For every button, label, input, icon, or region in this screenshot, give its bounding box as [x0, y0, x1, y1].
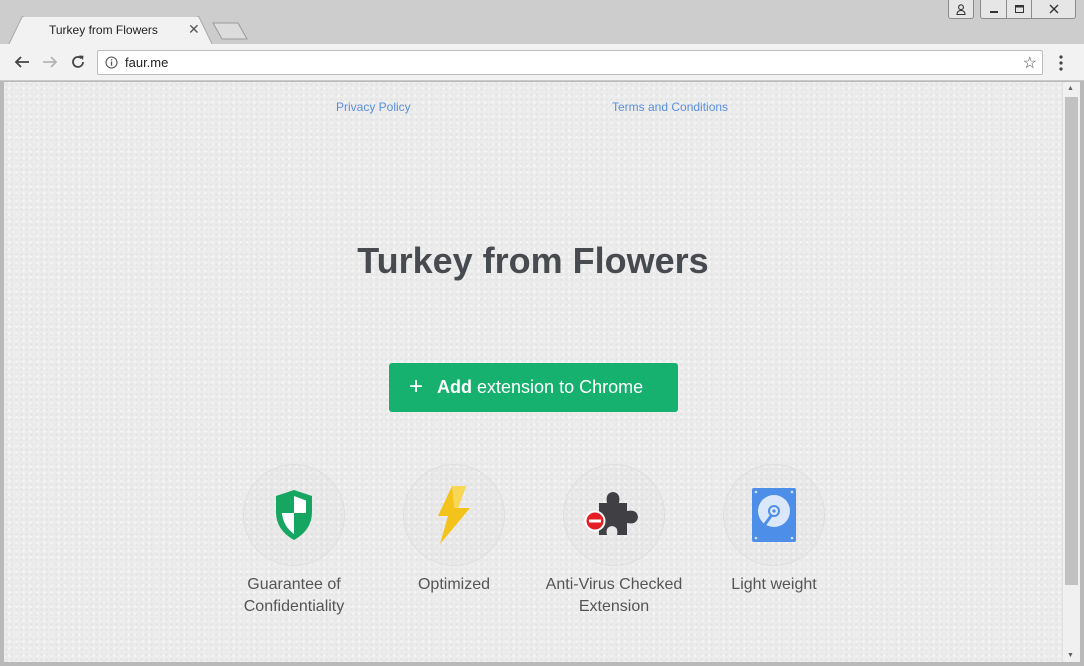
- forward-button[interactable]: [40, 52, 60, 72]
- scroll-thumb[interactable]: [1065, 97, 1078, 585]
- minimize-icon: [989, 11, 998, 13]
- plus-icon: +: [409, 372, 424, 400]
- maximize-button[interactable]: [1007, 0, 1032, 19]
- feature-icon-circle: [723, 464, 825, 566]
- feature-optimized: Optimized: [374, 464, 534, 596]
- scroll-up-arrow-icon[interactable]: ▲: [1067, 85, 1074, 92]
- profile-button[interactable]: [948, 0, 974, 19]
- feature-label: Optimized: [417, 576, 491, 593]
- add-extension-label-bold: Add: [437, 377, 473, 397]
- info-icon[interactable]: [105, 56, 118, 69]
- tab-title: Turkey from Flowers: [49, 23, 158, 37]
- tab-close-icon[interactable]: ✕: [188, 22, 200, 36]
- feature-label: Guarantee of Confidentiality: [243, 576, 345, 615]
- browser-tab[interactable]: Turkey from Flowers ✕: [8, 16, 213, 46]
- feature-lightweight: Light weight: [694, 464, 854, 596]
- restore-icon: [1014, 5, 1024, 13]
- reload-icon: [72, 55, 84, 68]
- add-extension-button[interactable]: + Add extension to Chrome: [389, 363, 678, 412]
- browser-toolbar: faur.me ☆: [0, 44, 1084, 81]
- add-extension-label: Add extension to Chrome: [437, 377, 643, 398]
- close-window-button[interactable]: [1032, 0, 1076, 19]
- menu-kebab-icon[interactable]: [1053, 53, 1069, 73]
- feature-icon-circle: [563, 464, 665, 566]
- feature-icon-circle: [403, 464, 505, 566]
- feature-label: Anti-Virus Checked Extension: [545, 576, 683, 615]
- vertical-scrollbar[interactable]: ▲ ▼: [1062, 82, 1080, 662]
- reload-button[interactable]: [68, 52, 88, 72]
- address-bar[interactable]: faur.me ☆: [97, 50, 1043, 75]
- url-text[interactable]: faur.me: [125, 55, 168, 70]
- back-button[interactable]: [12, 52, 32, 72]
- terms-conditions-link[interactable]: Terms and Conditions: [612, 100, 728, 114]
- bookmark-star-icon[interactable]: ☆: [1023, 53, 1037, 73]
- window-titlebar: Turkey from Flowers ✕: [0, 0, 1084, 46]
- window-controls: [948, 0, 1076, 19]
- person-icon: [956, 3, 966, 15]
- feature-antivirus: Anti-Virus Checked Extension: [534, 464, 694, 618]
- forward-arrow-icon: [43, 56, 58, 68]
- lightning-icon: [438, 486, 470, 544]
- close-icon: [1049, 4, 1058, 14]
- feature-confidentiality: Guarantee of Confidentiality: [214, 464, 374, 618]
- page-viewport: Privacy Policy Terms and Conditions Turk…: [4, 82, 1062, 662]
- minimize-button[interactable]: [980, 0, 1007, 19]
- add-extension-label-rest: extension to Chrome: [472, 377, 644, 397]
- new-tab-button[interactable]: [212, 22, 248, 40]
- shield-icon: [276, 490, 312, 540]
- back-arrow-icon: [14, 56, 29, 68]
- privacy-policy-link[interactable]: Privacy Policy: [336, 100, 411, 114]
- scroll-down-arrow-icon[interactable]: ▼: [1067, 652, 1074, 659]
- feature-icon-circle: [243, 464, 345, 566]
- page-title: Turkey from Flowers: [357, 240, 709, 281]
- puzzle-icon: [584, 492, 638, 535]
- hard-drive-icon: [752, 488, 796, 542]
- feature-label: Light weight: [731, 576, 817, 593]
